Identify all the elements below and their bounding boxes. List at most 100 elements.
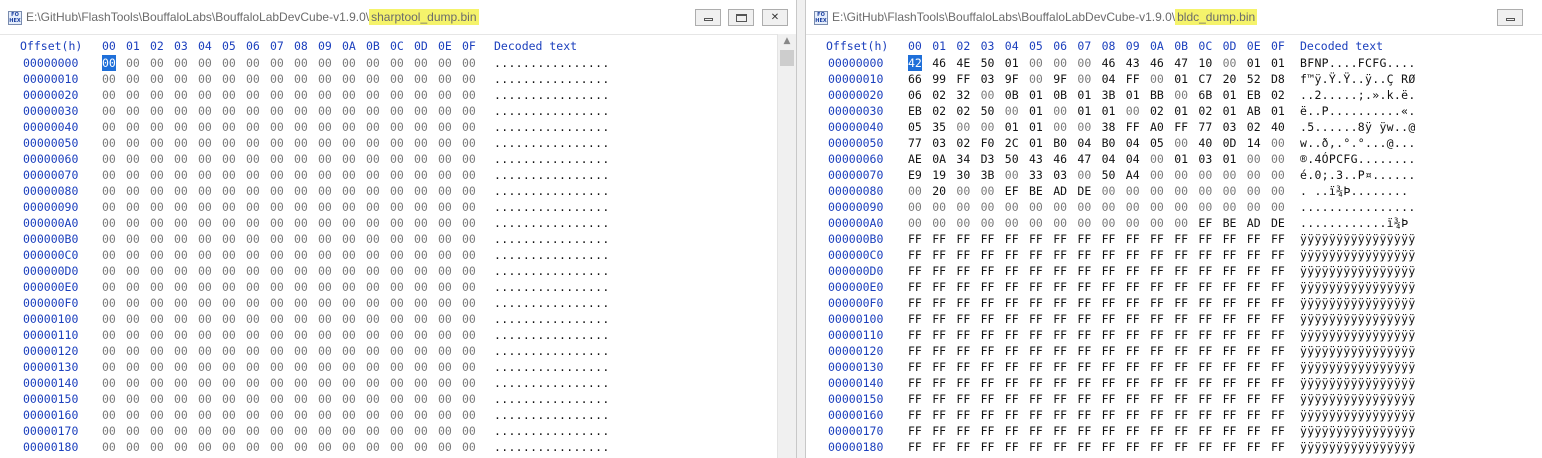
- hex-byte-cell[interactable]: FF: [932, 263, 946, 279]
- hex-byte-cell[interactable]: 00: [1029, 199, 1043, 215]
- hex-byte-cell[interactable]: FF: [1150, 311, 1164, 327]
- hex-byte-cell[interactable]: 02: [932, 87, 946, 103]
- decoded-text-cell[interactable]: ................: [494, 311, 610, 327]
- hex-byte-cell[interactable]: FF: [932, 247, 946, 263]
- hex-byte-cell[interactable]: 00: [150, 183, 164, 199]
- hex-byte-cell[interactable]: FF: [1198, 407, 1212, 423]
- hex-byte-cell[interactable]: 00: [246, 391, 260, 407]
- hex-byte-cell[interactable]: 00: [366, 87, 380, 103]
- hex-byte-cell[interactable]: 0B: [1005, 87, 1019, 103]
- hex-byte-cell[interactable]: A4: [1126, 167, 1140, 183]
- hex-byte-cell[interactable]: FF: [1029, 263, 1043, 279]
- hex-byte-cell[interactable]: 00: [174, 135, 188, 151]
- hex-byte-cell[interactable]: FF: [1102, 231, 1116, 247]
- hex-byte-cell[interactable]: 00: [366, 135, 380, 151]
- hex-byte-cell[interactable]: 01: [1005, 119, 1019, 135]
- hex-byte-cell[interactable]: FF: [1102, 263, 1116, 279]
- hex-byte-cell[interactable]: 00: [390, 439, 404, 455]
- hex-byte-cell[interactable]: FF: [1102, 247, 1116, 263]
- hex-byte-cell[interactable]: 00: [342, 151, 356, 167]
- hex-byte-cell[interactable]: 00: [318, 359, 332, 375]
- hex-byte-cell[interactable]: 00: [1126, 199, 1140, 215]
- hex-byte-cell[interactable]: FF: [908, 423, 922, 439]
- decoded-text-cell[interactable]: ................: [494, 327, 610, 343]
- hex-byte-cell[interactable]: 00: [102, 199, 116, 215]
- hex-byte-cell[interactable]: 00: [126, 327, 140, 343]
- hex-byte-cell[interactable]: 00: [294, 359, 308, 375]
- hex-byte-cell[interactable]: 00: [462, 135, 476, 151]
- hex-byte-cell[interactable]: FF: [1053, 391, 1067, 407]
- hex-byte-cell[interactable]: 00: [414, 55, 428, 71]
- hex-byte-cell[interactable]: 00: [270, 71, 284, 87]
- hex-byte-cell[interactable]: 3B: [1102, 87, 1116, 103]
- hex-byte-cell[interactable]: 00: [438, 151, 452, 167]
- hex-byte-cell[interactable]: 00: [342, 311, 356, 327]
- hex-byte-cell[interactable]: FF: [1174, 231, 1188, 247]
- hex-byte-cell[interactable]: FF: [956, 279, 970, 295]
- hex-byte-cell[interactable]: 00: [174, 295, 188, 311]
- hex-byte-cell[interactable]: 00: [462, 407, 476, 423]
- hex-byte-cell[interactable]: 00: [1077, 215, 1091, 231]
- hex-byte-cell[interactable]: 00: [150, 167, 164, 183]
- hex-byte-cell[interactable]: 00: [414, 135, 428, 151]
- hex-byte-cell[interactable]: FF: [1150, 359, 1164, 375]
- hex-byte-cell[interactable]: 00: [318, 231, 332, 247]
- hex-byte-cell[interactable]: 03: [932, 135, 946, 151]
- hex-byte-cell[interactable]: 00: [294, 375, 308, 391]
- hex-byte-cell[interactable]: FF: [1053, 327, 1067, 343]
- hex-byte-cell[interactable]: 00: [270, 375, 284, 391]
- hex-byte-cell[interactable]: 00: [366, 279, 380, 295]
- hex-byte-cell[interactable]: 03: [1053, 167, 1067, 183]
- hex-byte-cell[interactable]: FF: [981, 295, 995, 311]
- hex-byte-cell[interactable]: FF: [1077, 311, 1091, 327]
- hex-byte-cell[interactable]: 00: [150, 119, 164, 135]
- hex-byte-cell[interactable]: 00: [246, 87, 260, 103]
- hex-byte-cell[interactable]: 00: [270, 295, 284, 311]
- hex-byte-cell[interactable]: 00: [270, 231, 284, 247]
- hex-byte-cell[interactable]: 00: [342, 71, 356, 87]
- hex-byte-cell[interactable]: 00: [294, 87, 308, 103]
- hex-byte-cell[interactable]: 00: [294, 343, 308, 359]
- hex-byte-cell[interactable]: 00: [390, 71, 404, 87]
- hex-byte-cell[interactable]: FF: [908, 407, 922, 423]
- hex-byte-cell[interactable]: FF: [1005, 231, 1019, 247]
- hex-byte-cell[interactable]: 00: [956, 183, 970, 199]
- hex-byte-cell[interactable]: FF: [1005, 263, 1019, 279]
- hex-byte-cell[interactable]: FF: [1174, 119, 1188, 135]
- hex-byte-cell[interactable]: 00: [246, 167, 260, 183]
- hex-byte-cell[interactable]: 0D: [1223, 135, 1237, 151]
- hex-byte-cell[interactable]: FF: [1126, 423, 1140, 439]
- hex-byte-cell[interactable]: FF: [981, 375, 995, 391]
- hex-byte-cell[interactable]: 00: [318, 327, 332, 343]
- hex-byte-cell[interactable]: 00: [222, 263, 236, 279]
- restore-button[interactable]: [728, 9, 754, 26]
- hex-byte-cell[interactable]: 00: [150, 71, 164, 87]
- hex-byte-cell[interactable]: 00: [270, 247, 284, 263]
- hex-byte-cell[interactable]: FF: [1150, 391, 1164, 407]
- hex-byte-cell[interactable]: FF: [1198, 231, 1212, 247]
- hex-byte-cell[interactable]: FF: [956, 263, 970, 279]
- hex-byte-cell[interactable]: 00: [438, 119, 452, 135]
- hex-byte-cell[interactable]: 00: [294, 231, 308, 247]
- hex-byte-cell[interactable]: 00: [366, 295, 380, 311]
- hex-byte-cell[interactable]: 00: [318, 407, 332, 423]
- decoded-text-cell[interactable]: f™ÿ.Ÿ.Ÿ..ÿ..Ç RØ: [1300, 71, 1416, 87]
- hex-byte-cell[interactable]: FF: [1053, 343, 1067, 359]
- hex-byte-cell[interactable]: 00: [414, 343, 428, 359]
- hex-byte-cell[interactable]: 00: [1271, 135, 1285, 151]
- hex-byte-cell[interactable]: 00: [438, 343, 452, 359]
- hex-byte-cell[interactable]: 00: [174, 439, 188, 455]
- hex-byte-cell[interactable]: 00: [366, 199, 380, 215]
- hex-byte-cell[interactable]: 00: [318, 295, 332, 311]
- hex-byte-cell[interactable]: 00: [956, 199, 970, 215]
- hex-byte-cell[interactable]: 00: [366, 359, 380, 375]
- hex-byte-cell[interactable]: 00: [222, 167, 236, 183]
- hex-byte-cell[interactable]: BE: [1029, 183, 1043, 199]
- hex-byte-cell[interactable]: 4E: [956, 55, 970, 71]
- hex-byte-cell[interactable]: FF: [956, 359, 970, 375]
- hex-byte-cell[interactable]: FF: [1150, 295, 1164, 311]
- hex-byte-cell[interactable]: FF: [1271, 407, 1285, 423]
- hex-byte-cell[interactable]: 00: [246, 327, 260, 343]
- hex-byte-cell[interactable]: FF: [981, 391, 995, 407]
- hex-byte-cell[interactable]: 04: [1102, 151, 1116, 167]
